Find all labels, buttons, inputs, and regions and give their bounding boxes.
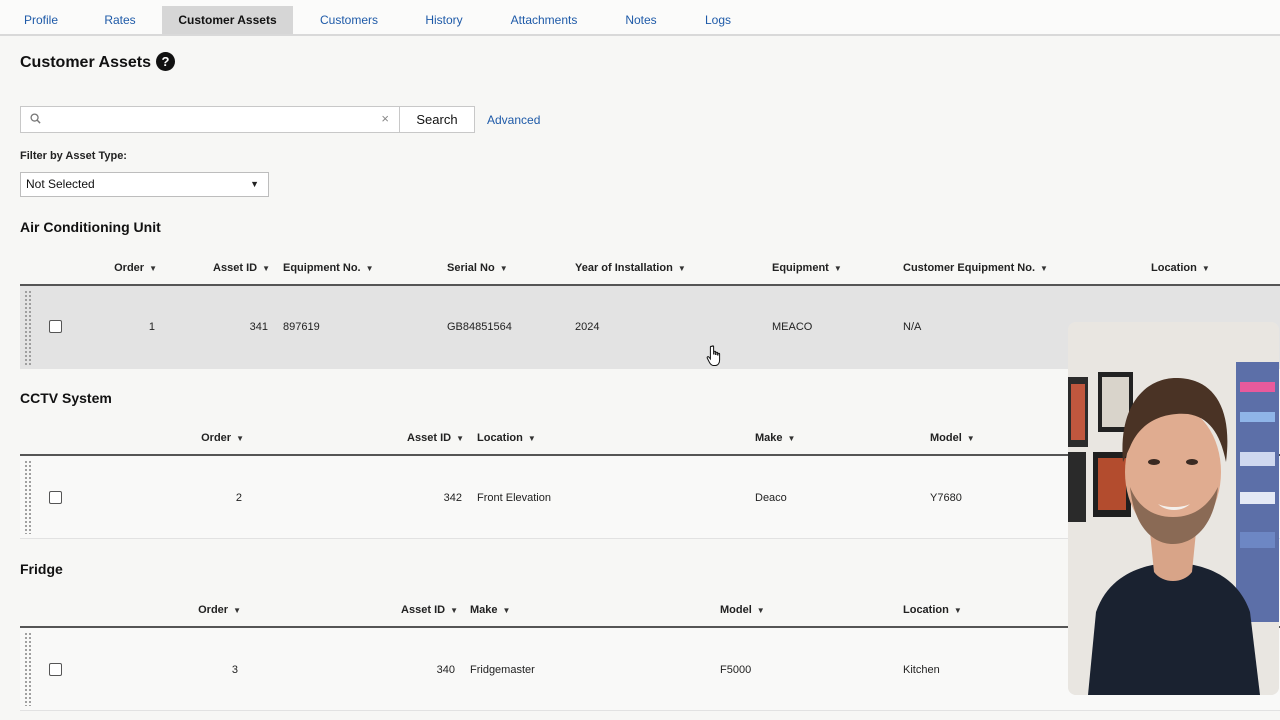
- cell-customer-equipment-no: N/A: [903, 321, 922, 333]
- filter-label: Filter by Asset Type:: [20, 150, 127, 162]
- drag-handle-icon[interactable]: [24, 632, 32, 706]
- sort-icon: ▼: [149, 264, 157, 273]
- cell-asset-id: 341: [249, 321, 268, 333]
- tab-history[interactable]: History: [418, 6, 470, 34]
- asset-type-select[interactable]: Not Selected ▼: [20, 172, 269, 197]
- column-header-year-of-installation[interactable]: Year of Installation ▼: [575, 262, 686, 274]
- column-header-model[interactable]: Model ▼: [930, 432, 975, 444]
- column-header-location[interactable]: Location ▼: [903, 604, 962, 616]
- cell-asset-id: 342: [443, 492, 462, 504]
- column-header-order[interactable]: Order ▼: [100, 262, 157, 274]
- cell-model: F5000: [720, 664, 752, 676]
- column-header-asset-id[interactable]: Asset ID ▼: [380, 604, 458, 616]
- sort-icon: ▼: [527, 434, 536, 443]
- sort-icon: ▼: [966, 434, 975, 443]
- cell-serial-no: GB84851564: [447, 321, 512, 333]
- sort-icon: ▼: [365, 264, 374, 273]
- clear-icon[interactable]: ×: [381, 111, 389, 126]
- drag-handle-icon[interactable]: [24, 290, 32, 365]
- cell-location: Front Elevation: [477, 492, 551, 504]
- page-title: Customer Assets: [20, 54, 152, 71]
- chevron-down-icon: ▼: [250, 179, 259, 189]
- sort-icon: ▼: [953, 606, 962, 615]
- column-header-asset-id[interactable]: Asset ID ▼: [380, 432, 464, 444]
- row-checkbox[interactable]: [49, 320, 62, 333]
- sort-icon: ▼: [756, 606, 765, 615]
- cell-equipment: MEACO: [772, 321, 813, 333]
- section-title-cctv-system: CCTV System: [20, 390, 112, 406]
- cell-order: 3: [231, 664, 238, 676]
- tab-notes[interactable]: Notes: [619, 6, 663, 34]
- search-icon: [30, 113, 41, 124]
- column-header-model[interactable]: Model ▼: [720, 604, 765, 616]
- cell-make: Fridgemaster: [470, 664, 535, 676]
- cell-make: Deaco: [755, 492, 787, 504]
- cell-order: 2: [235, 492, 242, 504]
- sort-icon: ▼: [787, 434, 796, 443]
- cell-equipment-no: 897619: [283, 321, 320, 333]
- column-header-order[interactable]: Order ▼: [180, 604, 241, 616]
- column-header-equipment[interactable]: Equipment ▼: [772, 262, 842, 274]
- cell-model: Y7680: [930, 492, 962, 504]
- row-checkbox[interactable]: [49, 491, 62, 504]
- column-header-customer-equipment-no[interactable]: Customer Equipment No. ▼: [903, 262, 1048, 274]
- cell-year: 2024: [575, 321, 600, 333]
- column-header-make[interactable]: Make ▼: [470, 604, 510, 616]
- column-header-order[interactable]: Order ▼: [180, 432, 244, 444]
- hand-cursor-icon: [706, 345, 721, 366]
- sort-icon: ▼: [677, 264, 686, 273]
- tab-customers[interactable]: Customers: [313, 6, 385, 34]
- tab-logs[interactable]: Logs: [698, 6, 738, 34]
- presenter-video: [1068, 322, 1279, 695]
- column-header-serial-no[interactable]: Serial No ▼: [447, 262, 508, 274]
- sort-icon: ▼: [233, 606, 241, 615]
- section-title-fridge: Fridge: [20, 561, 63, 577]
- column-header-asset-id[interactable]: Asset ID ▼: [190, 262, 270, 274]
- tab-attachments[interactable]: Attachments: [505, 6, 583, 34]
- asset-type-selected-value: Not Selected: [26, 177, 95, 191]
- search-input[interactable]: [49, 109, 379, 130]
- tab-bar: Profile Rates Customer Assets Customers …: [0, 0, 1280, 36]
- sort-icon: ▼: [236, 434, 244, 443]
- column-header-equipment-no[interactable]: Equipment No. ▼: [283, 262, 374, 274]
- sort-icon: ▼: [502, 606, 511, 615]
- sort-icon: ▼: [456, 434, 464, 443]
- sort-icon: ▼: [499, 264, 508, 273]
- webcam-overlay: [1068, 322, 1279, 695]
- sort-icon: ▼: [262, 264, 270, 273]
- sort-icon: ▼: [1201, 264, 1210, 273]
- tab-customer-assets[interactable]: Customer Assets: [162, 6, 293, 34]
- column-header-make[interactable]: Make ▼: [755, 432, 795, 444]
- cell-asset-id: 340: [436, 664, 455, 676]
- row-checkbox[interactable]: [49, 663, 62, 676]
- column-header-location[interactable]: Location ▼: [1151, 262, 1210, 274]
- sort-icon: ▼: [450, 606, 458, 615]
- drag-handle-icon[interactable]: [24, 460, 32, 534]
- column-header-location[interactable]: Location ▼: [477, 432, 536, 444]
- search-box: ×: [20, 106, 400, 133]
- question-circle-icon[interactable]: ?: [156, 52, 175, 71]
- tab-rates[interactable]: Rates: [94, 6, 146, 34]
- search-button[interactable]: Search: [399, 106, 475, 133]
- advanced-search-link[interactable]: Advanced: [487, 113, 540, 127]
- sort-icon: ▼: [833, 264, 842, 273]
- section-title-air-conditioning-unit: Air Conditioning Unit: [20, 219, 161, 235]
- cell-order: 1: [148, 321, 155, 333]
- sort-icon: ▼: [1040, 264, 1048, 273]
- cell-location: Kitchen: [903, 664, 940, 676]
- tab-profile[interactable]: Profile: [14, 6, 68, 34]
